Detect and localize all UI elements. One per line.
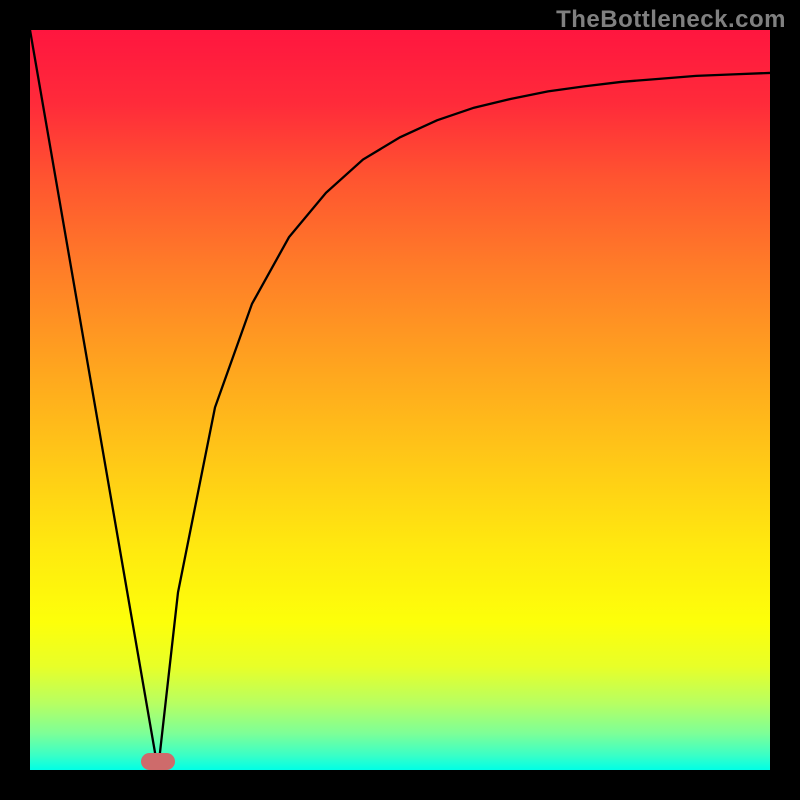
bottleneck-marker bbox=[141, 753, 175, 770]
curve-layer bbox=[30, 30, 770, 770]
plot-area bbox=[30, 30, 770, 770]
chart-container: TheBottleneck.com bbox=[0, 0, 800, 800]
curve-left-segment bbox=[30, 30, 158, 770]
curve-right-segment bbox=[158, 73, 770, 770]
